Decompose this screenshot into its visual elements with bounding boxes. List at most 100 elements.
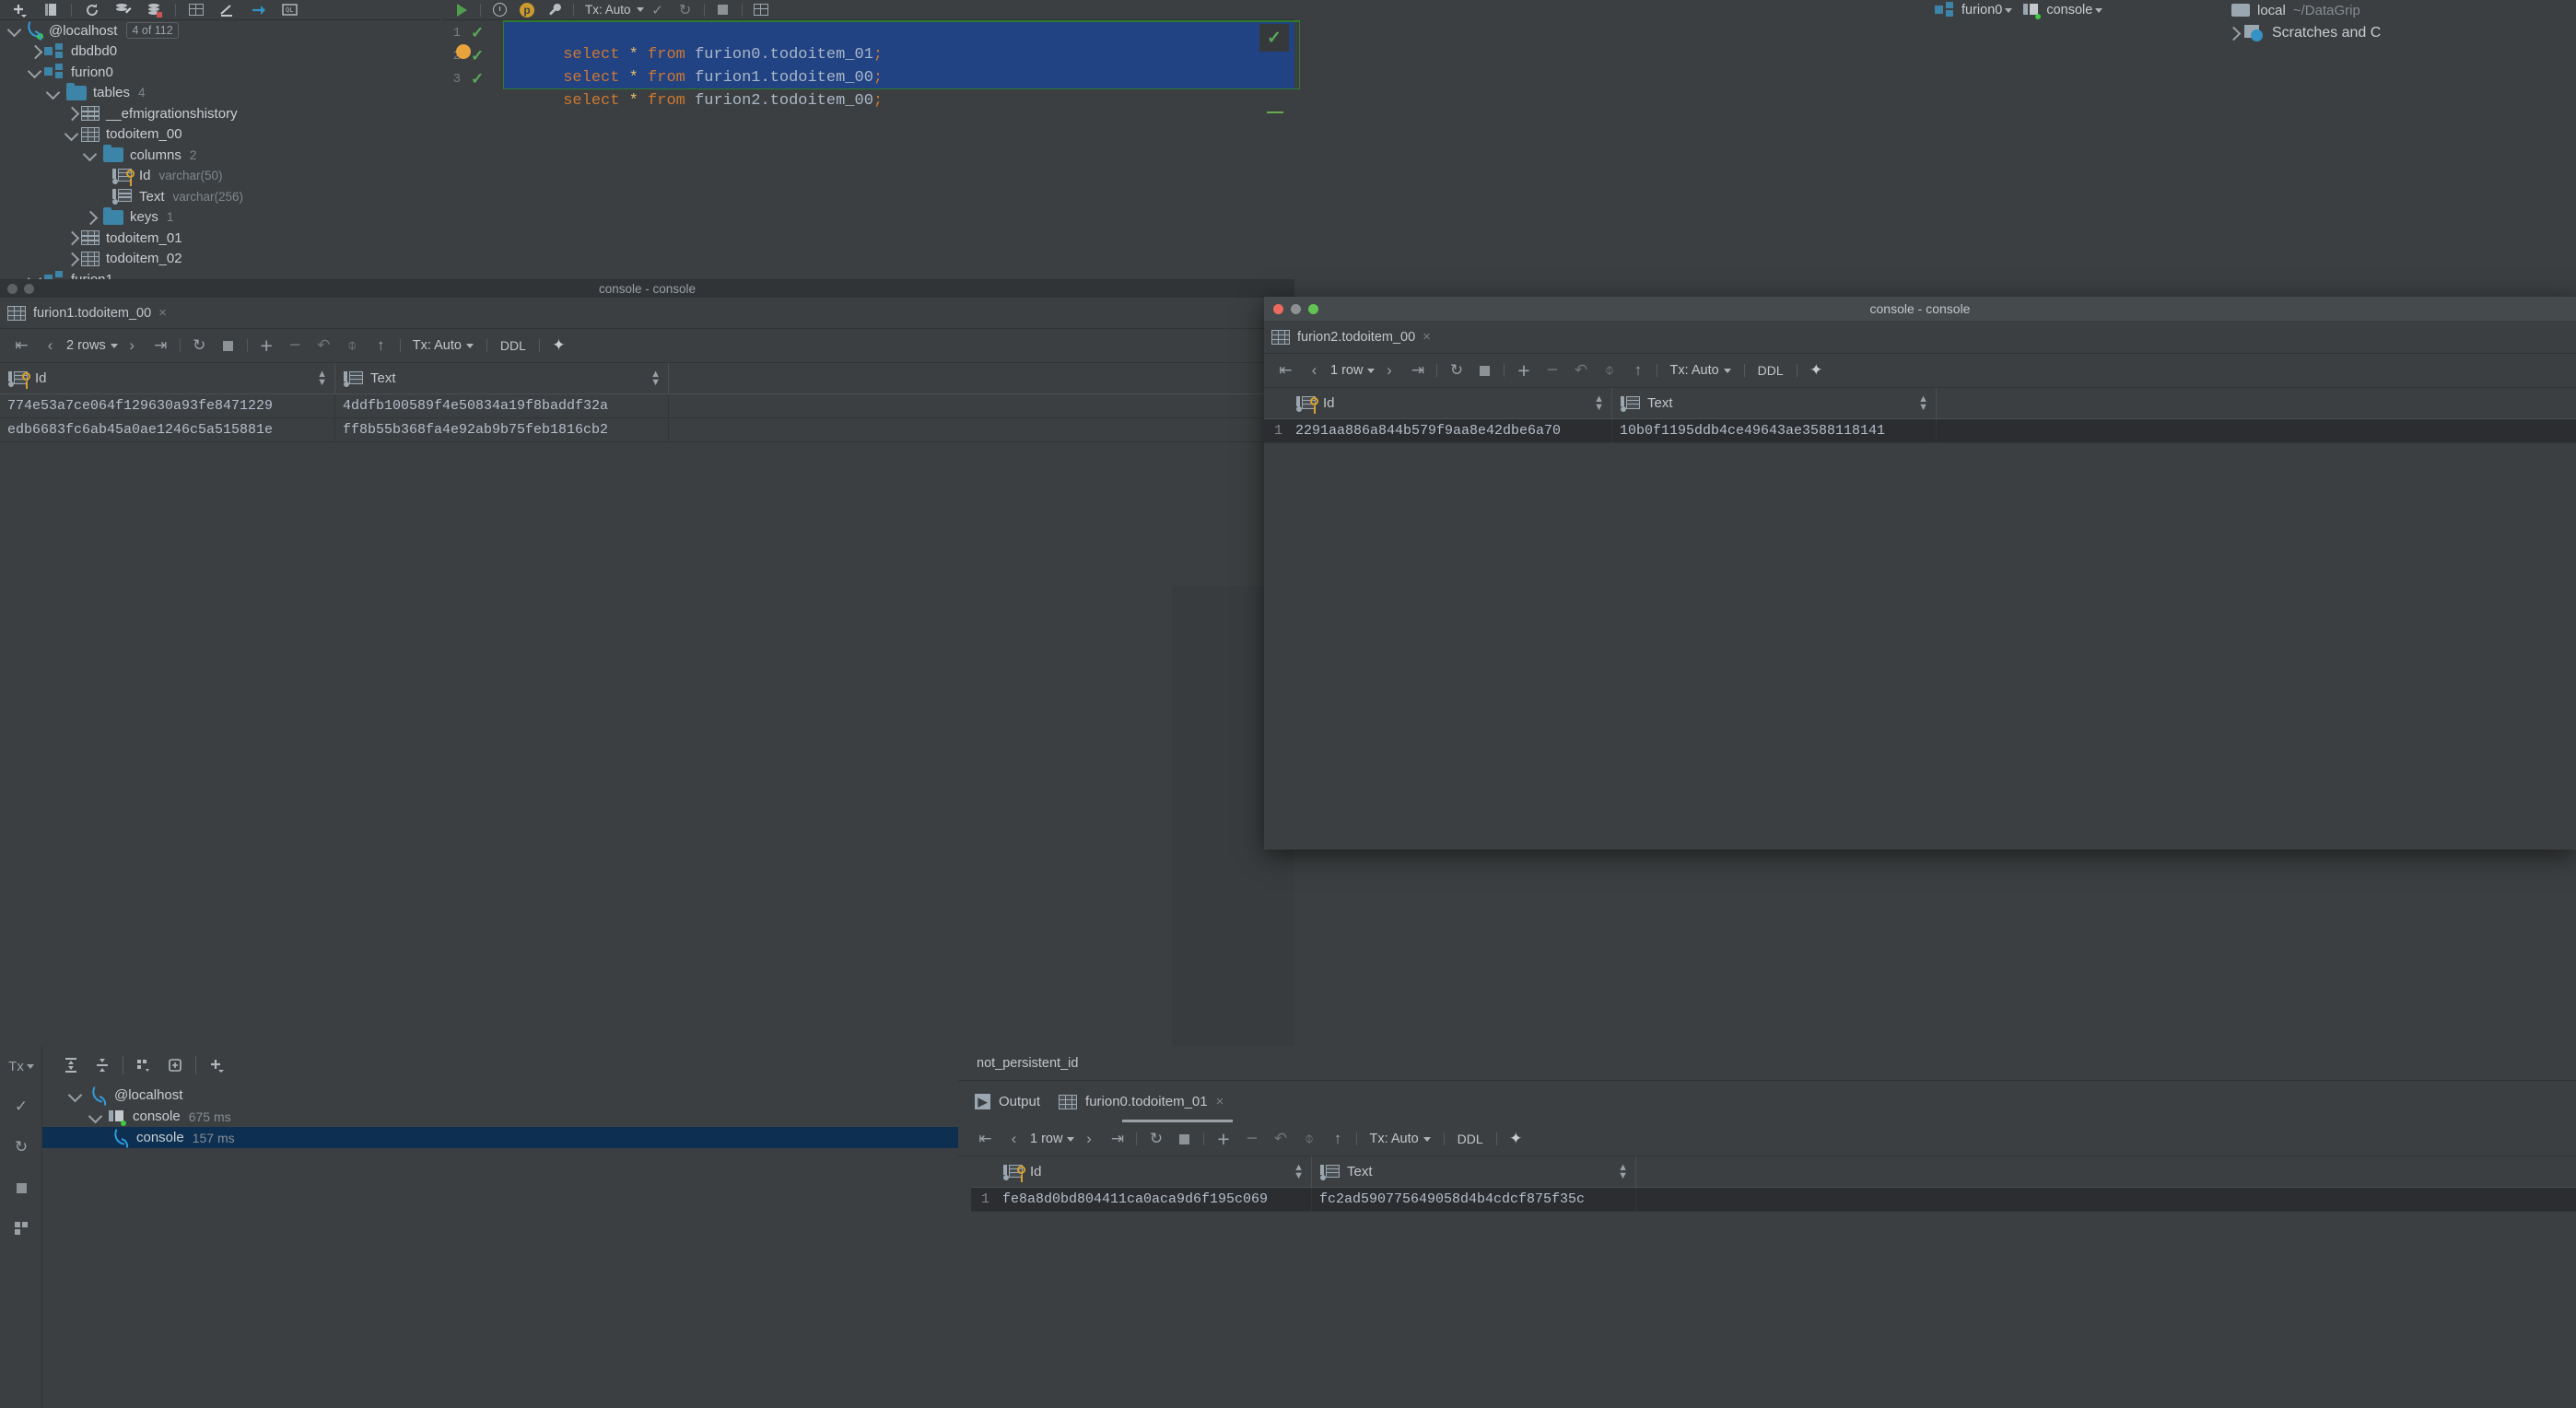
ddl-button[interactable]: DDL [492, 338, 534, 353]
tab-furion2-todoitem-00[interactable]: furion2.todoitem_00 × [1271, 329, 1431, 345]
new-tab-icon[interactable] [159, 1050, 191, 1081]
submit-icon[interactable]: ↑ [367, 332, 395, 359]
sidebar-item-column-id[interactable]: Id varchar(50) [0, 166, 440, 187]
sidebar-item-todoitem-02[interactable]: todoitem_02 [0, 249, 440, 270]
settings-wrench-icon[interactable] [541, 0, 568, 20]
sidebar-item-columns[interactable]: columns 2 [0, 145, 440, 166]
sort-indicator[interactable]: ▲ ▼ [1618, 1162, 1628, 1180]
chevron-right-icon[interactable] [63, 104, 81, 123]
sidebar-item-todoitem-01[interactable]: todoitem_01 [0, 228, 440, 249]
chevron-down-icon[interactable] [26, 63, 44, 81]
cell-text[interactable]: ff8b55b368fa4e92ab9b75feb1816cb2 [335, 418, 669, 441]
history-icon[interactable] [486, 0, 513, 20]
stop-icon[interactable] [1470, 357, 1499, 384]
cell-text[interactable]: 10b0f1195ddb4ce49643ae3588118141 [1612, 419, 1937, 442]
reload-icon[interactable]: ↻ [1442, 357, 1470, 384]
run-statement-button[interactable]: ✓ [1259, 24, 1289, 52]
commit-icon[interactable]: ✓ [644, 0, 672, 20]
add-icon[interactable] [4, 0, 35, 20]
close-icon[interactable]: × [1423, 329, 1431, 345]
sort-indicator[interactable]: ▲ ▼ [317, 369, 327, 387]
ddl-button[interactable]: DDL [1449, 1132, 1492, 1146]
services-side-toolbar[interactable]: Tx ✓ ↻ [0, 1046, 42, 1408]
close-icon[interactable]: × [1216, 1094, 1224, 1109]
chevron-down-icon[interactable] [81, 146, 100, 164]
previous-page-icon[interactable]: ‹ [36, 332, 64, 359]
tx-mode-selector[interactable]: Tx: Auto [411, 338, 474, 353]
rollback-icon[interactable]: ↻ [0, 1127, 42, 1167]
sql-editor[interactable]: 1 ✓ 2 ✓ 3 ✓ select * from furion0.todoit… [442, 20, 1300, 279]
files-root-row[interactable]: local ~/DataGrip [2220, 0, 2576, 20]
window-controls[interactable] [1273, 303, 1318, 314]
previous-page-icon[interactable]: ‹ [1000, 1125, 1028, 1153]
editor-toolbar[interactable]: p Tx: Auto ✓ ↻ [442, 0, 1294, 20]
console-selector[interactable]: console [2023, 3, 2103, 19]
close-window-button[interactable] [1273, 303, 1283, 314]
table-icon[interactable] [181, 0, 212, 20]
floating-result-toolbar[interactable]: ⇤ ‹ 1 row › ⇥ ↻ + − ↶ ⌽ ↑ Tx: Auto DDL ✦ [1264, 354, 2576, 388]
rows-count-selector[interactable]: 2 rows [64, 338, 118, 353]
submit-icon[interactable]: ↑ [1623, 357, 1652, 384]
chevron-right-icon[interactable] [63, 250, 81, 268]
output-panel[interactable]: not_persistent_id ▶ Output furion0.todoi… [958, 1046, 2576, 1408]
output-result-toolbar[interactable]: ⇤ ‹ 1 row › ⇥ ↻ + − ↶ ⌽ ↑ Tx: Auto DDL ✦ [958, 1122, 2576, 1156]
sidebar-item-tables[interactable]: tables 4 [0, 82, 440, 104]
sort-indicator[interactable]: ▲ ▼ [1918, 393, 1928, 412]
sidebar-item-dbdbd0[interactable]: dbdbd0 [0, 41, 440, 63]
tx-mode-selector[interactable]: Tx: Auto [579, 0, 644, 20]
minimize-window-button[interactable] [24, 283, 34, 294]
query-console-icon[interactable]: QL [275, 0, 306, 20]
cell-id[interactable]: 774e53a7ce064f129630a93fe8471229 [0, 394, 335, 417]
intention-bulb-icon[interactable] [456, 44, 471, 59]
files-panel[interactable]: local ~/DataGrip Scratches and C [2220, 0, 2576, 52]
column-header-id[interactable]: Id ▲ ▼ [0, 363, 335, 393]
remove-row-icon[interactable]: − [1538, 357, 1566, 384]
chevron-right-icon[interactable] [26, 42, 44, 61]
floating-window-titlebar[interactable]: console - console [1264, 297, 2576, 321]
stop-icon[interactable] [214, 332, 242, 359]
add-icon[interactable] [201, 1050, 232, 1081]
revert-icon[interactable]: ↶ [1566, 357, 1595, 384]
cell-text[interactable]: 4ddfb100589f4e50834a19f8baddf32a [335, 394, 669, 417]
last-page-icon[interactable]: ⇥ [146, 332, 175, 359]
chevron-right-icon[interactable] [81, 208, 100, 227]
close-icon[interactable]: × [158, 305, 167, 321]
add-row-icon[interactable]: + [1509, 357, 1538, 384]
jump-to-icon[interactable] [243, 0, 275, 20]
pin-icon[interactable]: ✦ [544, 332, 573, 359]
close-window-button[interactable] [7, 283, 18, 294]
revert-selected-icon[interactable]: ⌽ [338, 332, 367, 359]
sidebar-item-furion1[interactable]: furion1 [0, 269, 440, 279]
add-row-icon[interactable]: + [252, 332, 281, 359]
floating-console-window[interactable]: console - console furion2.todoitem_00 × … [1264, 297, 2576, 850]
schema-selector[interactable]: furion0 [1935, 2, 2013, 18]
chevron-down-icon[interactable] [6, 21, 24, 40]
pin-icon[interactable]: ✦ [1802, 357, 1831, 384]
sort-indicator[interactable]: ▲ ▼ [1594, 393, 1604, 412]
database-toolbar[interactable]: QL [0, 0, 440, 20]
run-icon[interactable] [448, 0, 475, 20]
sidebar-item-column-text[interactable]: Text varchar(256) [0, 186, 440, 207]
table-row[interactable]: 1 fe8a8d0bd804411ca0aca9d6f195c069 fc2ad… [971, 1188, 2576, 1212]
reload-icon[interactable]: ↻ [185, 332, 214, 359]
floating-console-tabbar[interactable]: furion2.todoitem_00 × [1264, 321, 2576, 354]
chevron-down-icon[interactable] [63, 125, 81, 144]
ddl-button[interactable]: DDL [1750, 363, 1792, 378]
chevron-right-icon[interactable] [63, 229, 81, 247]
cell-id[interactable]: 2291aa886a844b579f9aa8e42dbe6a70 [1288, 419, 1612, 442]
minimize-window-button[interactable] [1291, 303, 1301, 314]
rollback-icon[interactable]: ↻ [672, 0, 699, 20]
database-sync-icon[interactable] [139, 0, 170, 20]
lower-result-console[interactable]: console - console furion1.todoitem_00 × … [0, 279, 1294, 586]
reload-icon[interactable]: ↻ [1142, 1125, 1170, 1153]
sidebar-item-furion0[interactable]: furion0 [0, 62, 440, 83]
tab-furion1-todoitem-00[interactable]: furion1.todoitem_00 × [7, 305, 167, 321]
column-header-id[interactable]: Id ▲ ▼ [995, 1156, 1312, 1187]
data-source-properties-icon[interactable] [108, 0, 139, 20]
rows-count-selector[interactable]: 1 row [1329, 363, 1376, 378]
profile-icon[interactable]: p [513, 0, 541, 20]
maximize-window-button[interactable] [1308, 303, 1318, 314]
table-row[interactable]: 774e53a7ce064f129630a93fe8471229 4ddfb10… [0, 394, 1294, 418]
services-toolbar[interactable] [42, 1046, 958, 1085]
column-header-id[interactable]: Id ▲ ▼ [1288, 388, 1612, 418]
